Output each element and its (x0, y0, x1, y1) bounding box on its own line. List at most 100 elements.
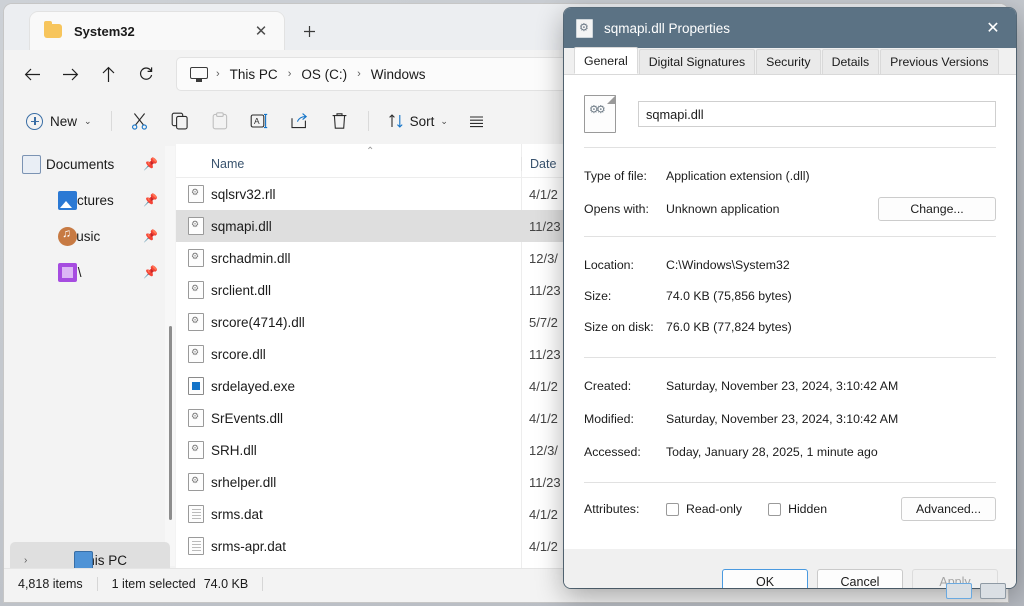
location-label: Location: (584, 257, 634, 272)
breadcrumb-os-c[interactable]: OS (C:) (294, 67, 354, 82)
readonly-checkbox[interactable]: Read-only (666, 502, 742, 516)
ok-button[interactable]: OK (722, 568, 808, 588)
attributes-label: Attributes: (584, 502, 640, 516)
pin-icon[interactable]: 📌 (143, 193, 158, 207)
hidden-checkbox[interactable]: Hidden (768, 502, 827, 516)
explorer-tab[interactable]: System32 ✕ (30, 12, 284, 50)
pin-icon[interactable]: 📌 (143, 229, 158, 243)
location-value: C:\Windows\System32 (666, 257, 790, 272)
created-value: Saturday, November 23, 2024, 3:10:42 AM (666, 378, 899, 393)
view-list-icon (470, 115, 484, 127)
documents-icon (22, 154, 41, 174)
taskbar-window-chip[interactable] (946, 583, 972, 599)
file-name: SRH.dll (211, 442, 257, 458)
sidebar-item-pictures[interactable]: Pictures 📌 (10, 182, 170, 218)
trash-icon (332, 113, 347, 129)
cut-button[interactable] (121, 105, 159, 137)
dll-file-icon (188, 441, 204, 459)
arrow-right-icon (62, 68, 78, 80)
refresh-circle-icon (139, 67, 153, 80)
created-row: Created: Saturday, November 23, 2024, 3:… (584, 372, 996, 399)
dll-file-icon (188, 473, 204, 491)
item-count: 4,818 items (18, 576, 83, 591)
pin-icon[interactable]: 📌 (143, 265, 158, 279)
divider (584, 236, 996, 237)
rename-button[interactable]: A (241, 105, 279, 137)
dialog-tabstrip: General Digital Signatures Security Deta… (564, 47, 1016, 75)
selection-size: 74.0 KB (203, 576, 249, 591)
column-header-name[interactable]: Name (176, 157, 521, 171)
delete-button[interactable] (321, 105, 359, 137)
back-icon[interactable] (14, 57, 50, 91)
arrow-left-icon (24, 68, 40, 80)
up-icon[interactable] (90, 57, 126, 91)
share-button[interactable] (281, 105, 319, 137)
change-button[interactable]: Change... (878, 196, 996, 221)
sidebar-scrollbar-thumb[interactable] (169, 326, 172, 520)
tab-digital-signatures[interactable]: Digital Signatures (638, 49, 756, 74)
breadcrumb-windows[interactable]: Windows (364, 67, 433, 82)
modified-value: Saturday, November 23, 2024, 3:10:42 AM (666, 411, 899, 426)
modified-label: Modified: (584, 411, 634, 426)
dialog-body: sqmapi.dll Type of file: Application ext… (564, 75, 1016, 549)
close-icon[interactable]: ✕ (248, 18, 274, 44)
tab-general[interactable]: General (574, 47, 638, 74)
sidebar-item-music[interactable]: Music 📌 (10, 218, 170, 254)
this-pc-icon (74, 550, 93, 568)
file-name-input[interactable]: sqmapi.dll (638, 101, 996, 127)
type-of-file-value: Application extension (.dll) (666, 168, 810, 183)
advanced-button[interactable]: Advanced... (901, 497, 996, 521)
sidebar-item-documents[interactable]: Documents 📌 (10, 146, 170, 182)
file-name: sqlsrv32.rll (211, 186, 276, 202)
scissors-icon (132, 113, 148, 130)
close-icon[interactable]: ✕ (976, 13, 1010, 43)
new-tab-icon[interactable] (294, 18, 324, 44)
sidebar-item-drive-e[interactable]: E:\ 📌 (10, 254, 170, 290)
pin-icon[interactable]: 📌 (143, 157, 158, 171)
cancel-button[interactable]: Cancel (817, 568, 903, 588)
clipboard-icon (212, 112, 227, 130)
size-on-disk-label: Size on disk: (584, 319, 654, 334)
opens-with-label: Opens with: (584, 201, 649, 216)
folder-icon (44, 21, 62, 38)
file-name: srhelper.dll (211, 474, 277, 490)
checkbox-box[interactable] (768, 502, 782, 516)
accessed-label: Accessed: (584, 444, 641, 459)
file-name: srcore(4714).dll (211, 314, 305, 330)
modified-row: Modified: Saturday, November 23, 2024, 3… (584, 405, 996, 432)
sidebar-item-label: Documents (46, 156, 115, 172)
file-name: srchadmin.dll (211, 250, 291, 266)
copy-button[interactable] (161, 105, 199, 137)
size-row: Size: 74.0 KB (75,856 bytes) (584, 282, 996, 309)
divider (584, 357, 996, 358)
tab-details[interactable]: Details (821, 49, 880, 74)
refresh-icon[interactable] (128, 57, 164, 91)
sidebar-item-this-pc[interactable]: › This PC (10, 542, 170, 568)
paste-button (201, 105, 239, 137)
forward-icon[interactable] (52, 57, 88, 91)
type-of-file-label: Type of file: (584, 168, 647, 183)
chevron-down-icon: ⌄ (440, 115, 448, 126)
taskbar-window-chip[interactable] (980, 583, 1006, 599)
new-button[interactable]: New ⌄ (16, 105, 102, 137)
dll-file-icon (188, 409, 204, 427)
dialog-title: sqmapi.dll Properties (604, 20, 731, 36)
new-button-label: New (50, 113, 78, 129)
divider (584, 482, 996, 483)
checkbox-box[interactable] (666, 502, 679, 516)
breadcrumb-this-pc[interactable]: This PC (223, 67, 285, 82)
breadcrumb-separator: › (287, 68, 292, 80)
file-name: srms-apr.dat (211, 538, 287, 554)
readonly-label: Read-only (686, 502, 743, 516)
music-icon (58, 226, 77, 246)
tab-previous-versions[interactable]: Previous Versions (880, 49, 999, 74)
view-button[interactable] (460, 105, 494, 137)
tab-security[interactable]: Security (756, 49, 821, 74)
dll-file-icon (188, 281, 204, 299)
opens-with-value: Unknown application (666, 201, 780, 216)
dll-file-icon (188, 185, 204, 203)
sort-button[interactable]: Sort ⌄ (378, 105, 458, 137)
dll-file-icon (584, 95, 616, 133)
chevron-right-icon[interactable]: › (24, 555, 27, 566)
file-name: srms.dat (211, 506, 263, 522)
